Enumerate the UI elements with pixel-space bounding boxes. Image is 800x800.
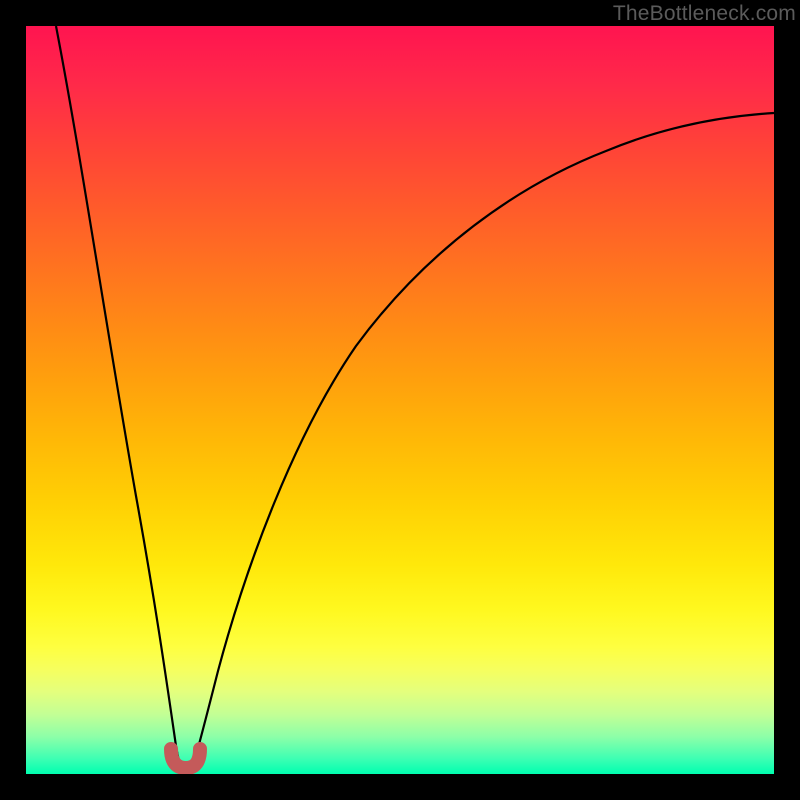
background-gradient — [26, 26, 774, 774]
watermark-text: TheBottleneck.com — [613, 2, 796, 26]
plot-area — [26, 26, 774, 774]
